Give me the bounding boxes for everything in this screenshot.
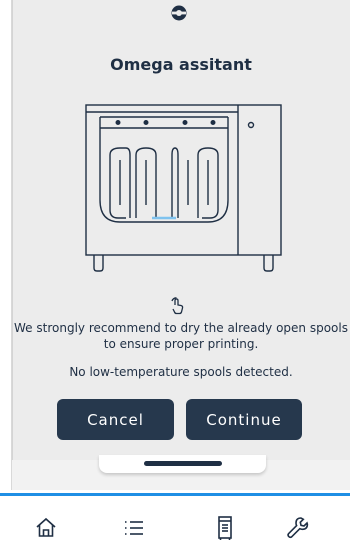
status-text: No low-temperature spools detected.: [69, 365, 293, 379]
list-icon[interactable]: [121, 515, 147, 541]
brand-logo-icon: [171, 5, 187, 21]
sheet-drag-handle[interactable]: [144, 461, 222, 466]
home-icon[interactable]: [33, 515, 59, 541]
bottom-tab-bar: [0, 493, 350, 560]
tap-hand-icon: [171, 297, 184, 315]
continue-button[interactable]: Continue: [186, 399, 302, 440]
recommendation-text: We strongly recommend to dry the already…: [14, 321, 348, 351]
dialog-title: Omega assitant: [110, 55, 252, 74]
device-icon[interactable]: [212, 515, 238, 541]
printer-drawer-illustration: [85, 104, 282, 272]
left-panel-edge: [0, 0, 12, 490]
wrench-icon[interactable]: [285, 515, 311, 541]
cancel-button[interactable]: Cancel: [57, 399, 174, 440]
